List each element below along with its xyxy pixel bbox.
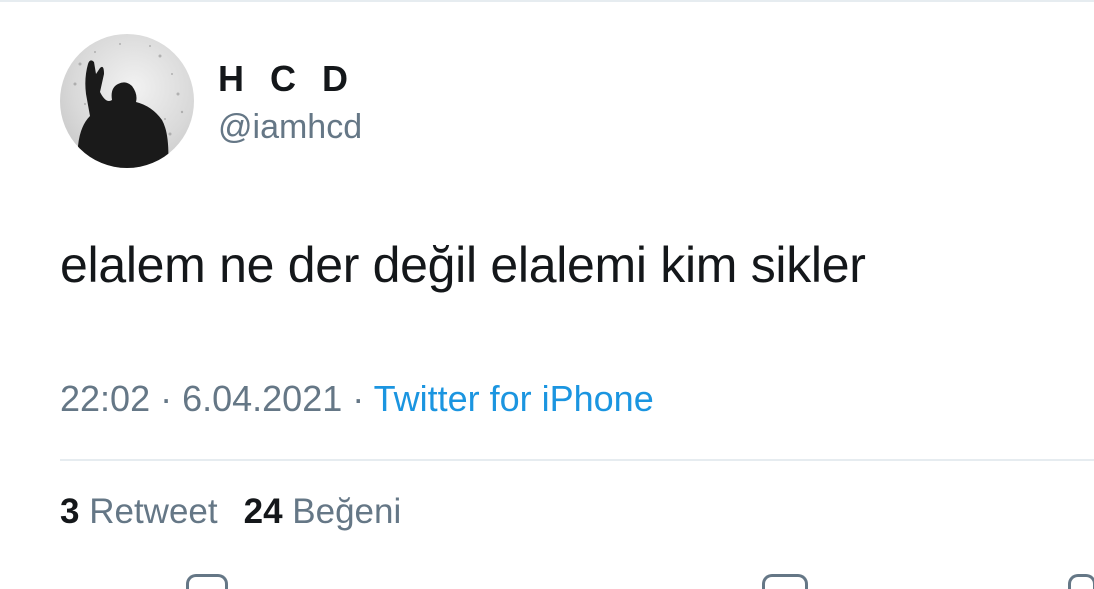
- like-icon[interactable]: [762, 574, 808, 589]
- retweet-stat[interactable]: 3 Retweet: [60, 492, 218, 531]
- top-divider: [0, 0, 1094, 2]
- stats-divider: [60, 459, 1094, 461]
- tweet-time: 22:02: [60, 378, 151, 419]
- share-icon[interactable]: [1068, 574, 1094, 589]
- tweet-date: 6.04.2021: [182, 378, 343, 419]
- like-label: Beğeni: [292, 492, 402, 531]
- reply-icon[interactable]: [186, 574, 228, 589]
- tweet-source-link[interactable]: Twitter for iPhone: [374, 378, 654, 419]
- tweet-meta: 22:02 · 6.04.2021 · Twitter for iPhone: [60, 378, 654, 420]
- like-stat[interactable]: 24 Beğeni: [244, 492, 402, 531]
- meta-separator: ·: [150, 378, 183, 419]
- like-count: 24: [243, 492, 283, 531]
- author-display-name[interactable]: H C D: [218, 58, 356, 100]
- avatar-silhouette-icon: [73, 43, 184, 168]
- tweet-text: elalem ne der değil elalemi kim sikler: [60, 237, 866, 293]
- tweet-stats: 3 Retweet 24 Beğeni: [60, 492, 401, 532]
- retweet-label: Retweet: [89, 492, 218, 531]
- meta-separator: ·: [342, 378, 374, 419]
- avatar[interactable]: [60, 34, 194, 168]
- retweet-count: 3: [60, 492, 80, 531]
- author-handle[interactable]: @iamhcd: [218, 108, 362, 147]
